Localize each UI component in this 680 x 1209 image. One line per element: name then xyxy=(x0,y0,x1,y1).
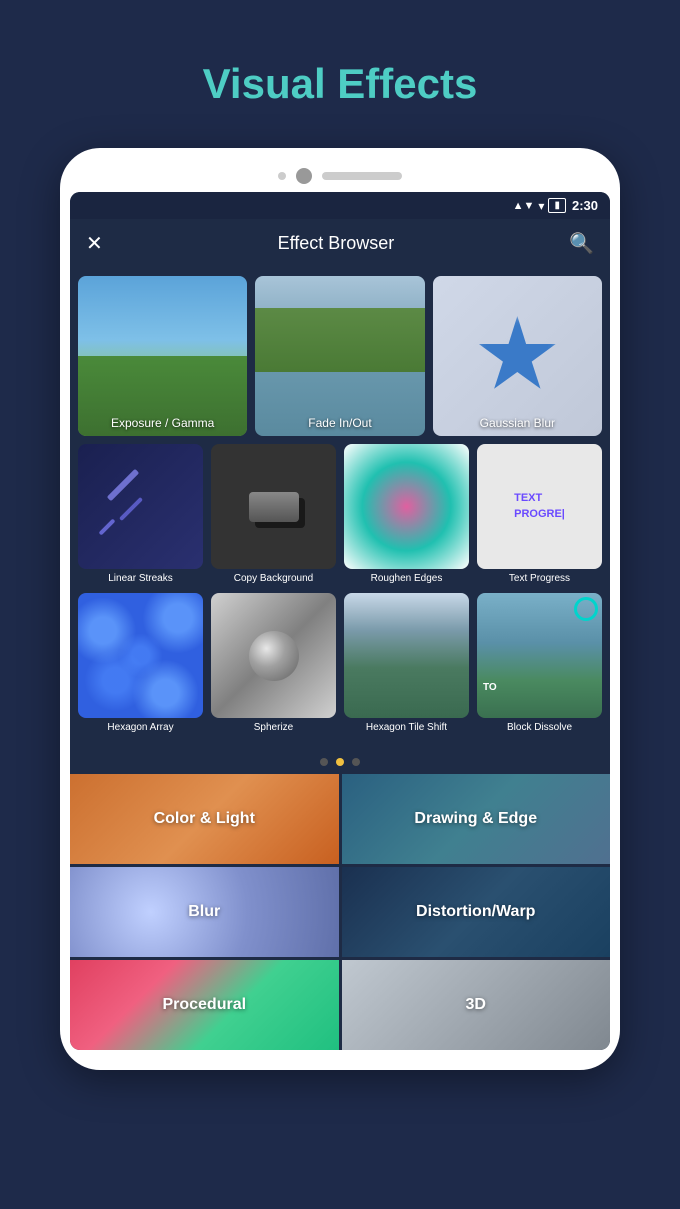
category-label-3d: 3D xyxy=(466,996,486,1014)
effect-name-hexagon-tile: Hexagon Tile Shift xyxy=(366,722,447,734)
close-button[interactable]: ✕ xyxy=(86,231,103,256)
signal-icon: ▲▼ xyxy=(513,200,535,212)
thumb-text-progress: TEXTPROGRE| xyxy=(477,444,602,569)
featured-item-gaussian[interactable]: Gaussian Blur xyxy=(433,276,602,436)
phone-notch xyxy=(70,168,610,184)
category-grid: Color & Light Drawing & Edge Blur Distor… xyxy=(70,774,610,1050)
category-procedural[interactable]: Procedural xyxy=(70,960,339,1050)
battery-icon: ▮ xyxy=(548,198,566,213)
category-3d[interactable]: 3D xyxy=(342,960,611,1050)
effect-linear-streaks[interactable]: Linear Streaks xyxy=(78,444,203,585)
category-label-distortion: Distortion/Warp xyxy=(416,903,535,921)
phone-camera xyxy=(296,168,312,184)
effect-name-spherize: Spherize xyxy=(254,722,293,734)
grid-section: Linear Streaks Copy Background xyxy=(70,436,610,750)
pagination-dot-2[interactable] xyxy=(336,758,344,766)
phone-screen: ▲▼ ▾ ▮ 2:30 ✕ Effect Browser 🔍 Exposure … xyxy=(70,192,610,1050)
search-button[interactable]: 🔍 xyxy=(569,231,594,256)
effect-roughen-edges[interactable]: Roughen Edges xyxy=(344,444,469,585)
status-icons: ▲▼ ▾ ▮ xyxy=(513,198,566,213)
pagination xyxy=(70,750,610,774)
featured-item-exposure[interactable]: Exposure / Gamma xyxy=(78,276,247,436)
thumb-roughen-edges xyxy=(344,444,469,569)
status-time: 2:30 xyxy=(572,198,598,213)
phone-dot xyxy=(278,172,286,180)
featured-item-fade[interactable]: Fade In/Out xyxy=(255,276,424,436)
app-header: ✕ Effect Browser 🔍 xyxy=(70,219,610,268)
wifi-icon: ▾ xyxy=(538,199,544,213)
thumb-hexagon-array xyxy=(78,593,203,718)
effect-copy-background[interactable]: Copy Background xyxy=(211,444,336,585)
category-label-blur: Blur xyxy=(188,903,220,921)
effect-grid-row2: Hexagon Array Spherize Hexag xyxy=(78,593,602,734)
sphere-shape xyxy=(249,631,299,681)
dissolve-circle xyxy=(574,597,598,621)
thumb-block-dissolve: TO xyxy=(477,593,602,718)
thumb-linear-streaks xyxy=(78,444,203,569)
category-color-light[interactable]: Color & Light xyxy=(70,774,339,864)
pagination-dot-1[interactable] xyxy=(320,758,328,766)
featured-label-exposure: Exposure / Gamma xyxy=(78,416,247,430)
effect-hexagon-array[interactable]: Hexagon Array xyxy=(78,593,203,734)
copy-shape xyxy=(249,492,299,522)
featured-label-fade: Fade In/Out xyxy=(255,416,424,430)
effect-name-text-progress: Text Progress xyxy=(509,573,570,585)
effect-name-block-dissolve: Block Dissolve xyxy=(507,722,572,734)
featured-label-gaussian: Gaussian Blur xyxy=(433,416,602,430)
category-blur[interactable]: Blur xyxy=(70,867,339,957)
phone-container: ▲▼ ▾ ▮ 2:30 ✕ Effect Browser 🔍 Exposure … xyxy=(60,148,620,1070)
effect-name-roughen-edges: Roughen Edges xyxy=(371,573,443,585)
status-bar: ▲▼ ▾ ▮ 2:30 xyxy=(70,192,610,219)
pagination-dot-3[interactable] xyxy=(352,758,360,766)
text-progress-inner: TEXTPROGRE| xyxy=(514,491,565,522)
effect-name-hexagon-array: Hexagon Array xyxy=(107,722,173,734)
dissolve-text: TO xyxy=(483,682,497,693)
category-drawing-edge[interactable]: Drawing & Edge xyxy=(342,774,611,864)
header-title: Effect Browser xyxy=(278,233,395,254)
effect-spherize[interactable]: Spherize xyxy=(211,593,336,734)
featured-row: Exposure / Gamma Fade In/Out Gaussian Bl… xyxy=(70,268,610,436)
category-label-procedural: Procedural xyxy=(162,996,246,1014)
effect-name-copy-background: Copy Background xyxy=(234,573,314,585)
effect-grid-row1: Linear Streaks Copy Background xyxy=(78,444,602,585)
category-label-color-light: Color & Light xyxy=(154,810,255,828)
effect-hexagon-tile[interactable]: Hexagon Tile Shift xyxy=(344,593,469,734)
category-distortion[interactable]: Distortion/Warp xyxy=(342,867,611,957)
category-label-drawing-edge: Drawing & Edge xyxy=(414,810,537,828)
effect-name-linear-streaks: Linear Streaks xyxy=(108,573,172,585)
page-title: Visual Effects xyxy=(203,60,478,108)
effect-block-dissolve[interactable]: TO Block Dissolve xyxy=(477,593,602,734)
thumb-hexagon-tile xyxy=(344,593,469,718)
effect-text-progress[interactable]: TEXTPROGRE| Text Progress xyxy=(477,444,602,585)
thumb-spherize xyxy=(211,593,336,718)
star-shape xyxy=(477,316,557,396)
thumb-copy-background xyxy=(211,444,336,569)
phone-speaker xyxy=(322,172,402,180)
